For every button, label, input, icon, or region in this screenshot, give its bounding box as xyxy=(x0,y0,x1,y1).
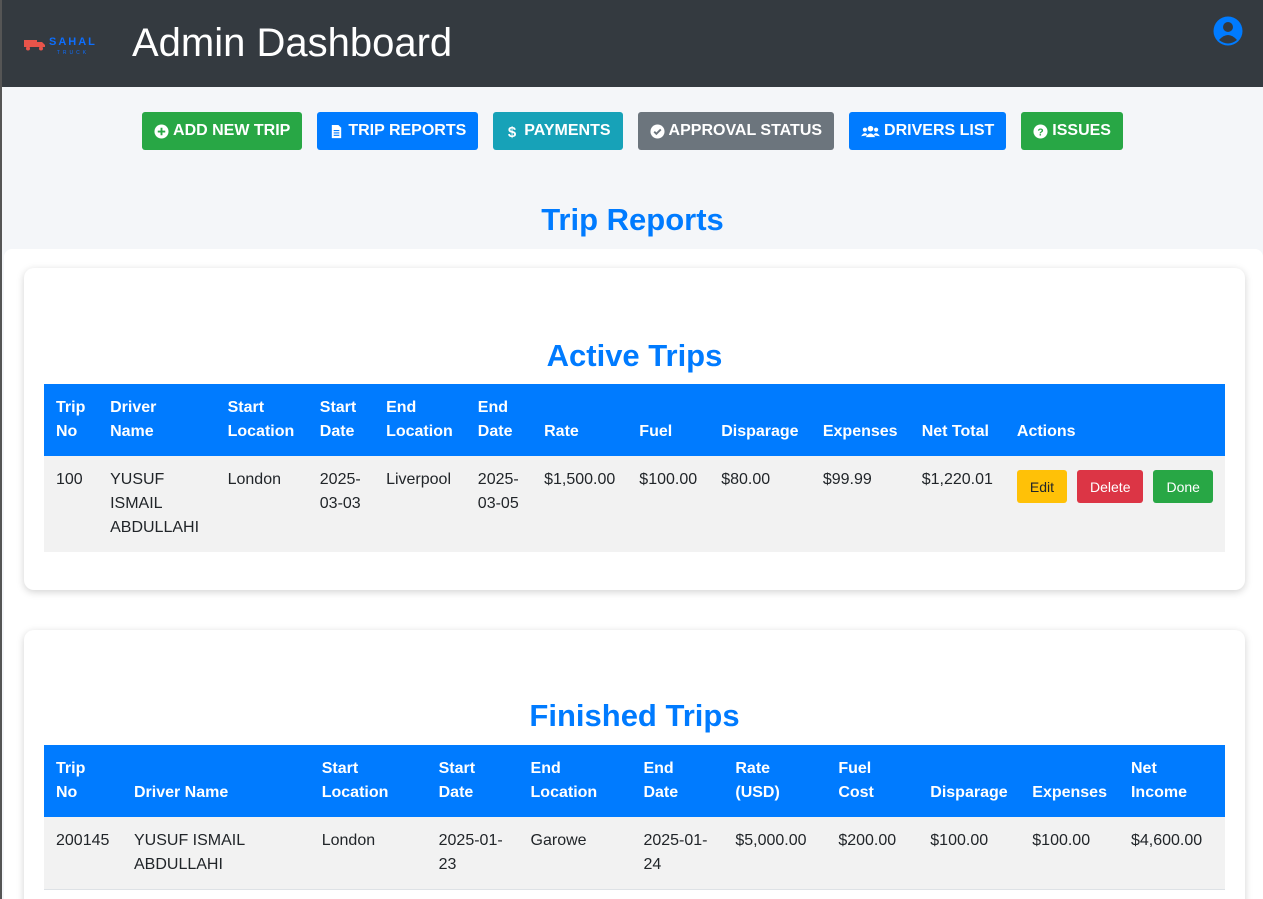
column-header: Trip No xyxy=(44,384,99,456)
table-header-row: Trip No Driver Name Start Location Start… xyxy=(44,745,1225,817)
edit-button[interactable]: Edit xyxy=(1016,470,1068,503)
column-header: Trip No xyxy=(44,745,122,817)
svg-text:?: ? xyxy=(1038,127,1044,138)
net-income-cell: $4,600.00 xyxy=(1118,817,1225,890)
column-header: Fuel xyxy=(627,384,710,456)
column-header: End Date xyxy=(631,745,724,817)
delete-button[interactable]: Delete xyxy=(1077,470,1144,503)
issues-label: ISSUES xyxy=(1052,122,1111,139)
rate-cell: $1,500.00 xyxy=(532,456,628,552)
trip-no-cell: 100 xyxy=(44,456,99,552)
driver-name-cell: YUSUF ISMAIL ABDULLAHI xyxy=(98,456,216,552)
question-circle-icon: ? xyxy=(1033,123,1048,138)
column-header: Driver Name xyxy=(98,384,216,456)
active-trips-table: Trip No Driver Name Start Location Start… xyxy=(44,384,1225,552)
check-circle-icon xyxy=(650,123,665,139)
app-title: Admin Dashboard xyxy=(132,21,453,65)
column-header: Expenses xyxy=(810,384,910,456)
column-header: Expenses xyxy=(1020,745,1119,817)
done-button[interactable]: Done xyxy=(1153,470,1213,503)
action-button-bar: ADD NEW TRIP TRIP REPORTS $ PAYMENTS APP… xyxy=(2,112,1263,150)
table-row: 100 YUSUF ISMAIL ABDULLAHI London 2025-0… xyxy=(44,456,1225,552)
end-date-cell: 2025-01-24 xyxy=(631,817,724,890)
column-header: Start Location xyxy=(215,384,308,456)
page-title: Trip Reports xyxy=(541,202,724,237)
start-date-cell: 2025-01-23 xyxy=(426,817,519,890)
column-header: Actions xyxy=(1004,384,1225,456)
column-header: Disparage xyxy=(709,384,811,456)
rate-cell: $5,000.00 xyxy=(723,817,827,890)
brand-logo[interactable]: SAHAL TRUCK xyxy=(24,33,112,56)
column-header: Fuel Cost xyxy=(826,745,919,817)
plus-circle-icon xyxy=(154,123,169,139)
table-header-row: Trip No Driver Name Start Location Start… xyxy=(44,384,1225,456)
add-new-trip-button[interactable]: ADD NEW TRIP xyxy=(142,112,303,150)
logo-text: SAHAL xyxy=(49,35,97,48)
drivers-list-button[interactable]: DRIVERS LIST xyxy=(849,112,1007,150)
end-location-cell: Garowe xyxy=(518,817,632,890)
trip-reports-label: TRIP REPORTS xyxy=(348,122,467,139)
file-icon xyxy=(332,124,342,138)
expenses-cell: $99.99 xyxy=(810,456,910,552)
finished-trips-title: Finished Trips xyxy=(529,698,740,733)
issues-button[interactable]: ? ISSUES xyxy=(1021,112,1123,150)
svg-text:$: $ xyxy=(508,124,517,139)
drivers-list-label: DRIVERS LIST xyxy=(884,122,995,139)
logo-subtext: TRUCK xyxy=(56,49,90,56)
fuel-cost-cell: $200.00 xyxy=(826,817,919,890)
approval-status-label: APPROVAL STATUS xyxy=(668,122,823,139)
column-header: End Date xyxy=(465,384,533,456)
payments-button[interactable]: $ PAYMENTS xyxy=(493,112,623,150)
column-header: Start Date xyxy=(307,384,375,456)
column-header: Net Total xyxy=(909,384,1005,456)
actions-cell: Edit Delete Done xyxy=(1004,456,1225,552)
start-location-cell: London xyxy=(309,817,427,890)
end-location-cell: Liverpool xyxy=(374,456,466,552)
user-circle-icon[interactable] xyxy=(1213,16,1243,46)
start-date-cell: 2025-03-03 xyxy=(307,456,375,552)
expenses-cell: $100.00 xyxy=(1020,817,1119,890)
column-header: Start Location xyxy=(309,745,427,817)
net-total-cell: $1,220.01 xyxy=(909,456,1005,552)
trip-reports-button[interactable]: TRIP REPORTS xyxy=(317,112,479,150)
content-panel: Active Trips Trip No Driver Name Start L… xyxy=(4,249,1263,899)
trip-no-cell: 200145 xyxy=(44,817,122,890)
start-location-cell: London xyxy=(215,456,308,552)
top-navbar: SAHAL TRUCK Admin Dashboard xyxy=(2,0,1263,87)
finished-trips-table: Trip No Driver Name Start Location Start… xyxy=(44,745,1225,890)
add-new-trip-label: ADD NEW TRIP xyxy=(173,122,291,139)
column-header: Driver Name xyxy=(121,745,310,817)
disparage-cell: $100.00 xyxy=(918,817,1021,890)
column-header: End Location xyxy=(518,745,632,817)
disparage-cell: $80.00 xyxy=(709,456,811,552)
column-header: End Location xyxy=(374,384,466,456)
fuel-cell: $100.00 xyxy=(627,456,710,552)
column-header: Disparage xyxy=(918,745,1021,817)
column-header: Rate xyxy=(532,384,628,456)
approval-status-button[interactable]: APPROVAL STATUS xyxy=(637,112,835,150)
payments-label: PAYMENTS xyxy=(524,122,611,139)
column-header: Start Date xyxy=(426,745,519,817)
dollar-icon: $ xyxy=(508,124,517,139)
column-header: Rate (USD) xyxy=(723,745,827,817)
driver-name-cell: YUSUF ISMAIL ABDULLAHI xyxy=(121,817,310,890)
users-icon xyxy=(861,125,880,137)
finished-trips-card: Finished Trips Trip No Driver Name Start… xyxy=(24,630,1245,899)
table-row: 200145 YUSUF ISMAIL ABDULLAHI London 202… xyxy=(44,817,1225,890)
active-trips-card: Active Trips Trip No Driver Name Start L… xyxy=(24,268,1245,590)
active-trips-title: Active Trips xyxy=(546,338,723,373)
truck-icon xyxy=(24,39,45,50)
end-date-cell: 2025-03-05 xyxy=(465,456,533,552)
column-header: Net Income xyxy=(1118,745,1225,817)
